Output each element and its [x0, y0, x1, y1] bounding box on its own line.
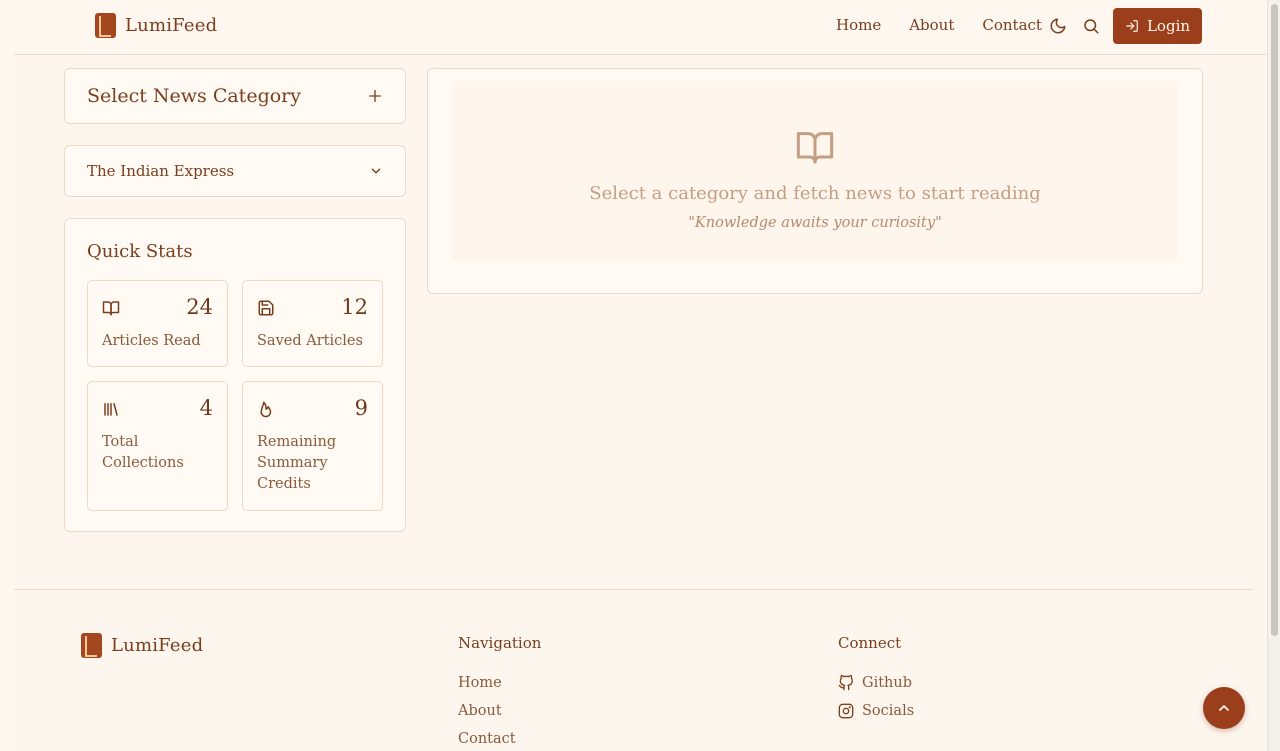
login-icon: [1126, 20, 1138, 32]
library-icon: [104, 403, 118, 416]
theme-toggle-button[interactable]: [1048, 16, 1068, 36]
footer-github-link[interactable]: Github: [838, 669, 914, 697]
page: LumiFeed Home About Contact Login Select…: [14, 0, 1267, 751]
save-icon: [258, 300, 274, 316]
select-category-title: Select News Category: [87, 85, 301, 107]
book-open-icon: [796, 132, 834, 164]
login-button[interactable]: Login: [1113, 8, 1202, 44]
top-navbar: LumiFeed Home About Contact Login: [14, 0, 1267, 55]
empty-state-background: [452, 81, 1178, 261]
github-label: Github: [862, 675, 913, 691]
brand-name: LumiFeed: [125, 15, 218, 36]
footer-home-link[interactable]: Home: [458, 669, 541, 697]
footer-nav-heading: Navigation: [458, 634, 542, 652]
socials-label: Socials: [862, 703, 915, 719]
nav-contact-link[interactable]: Contact: [982, 16, 1042, 34]
flame-icon: [260, 401, 272, 418]
brand[interactable]: LumiFeed: [95, 13, 217, 38]
chevron-down-icon: [371, 168, 381, 174]
footer-brand[interactable]: LumiFeed: [81, 633, 203, 658]
footer-about-link[interactable]: About: [458, 697, 541, 725]
news-feed-panel: Select a category and fetch news to star…: [427, 68, 1203, 294]
quick-stats-title: Quick Stats: [87, 241, 193, 262]
nav-about-link[interactable]: About: [909, 16, 954, 34]
page-scrollbar[interactable]: [1267, 0, 1280, 751]
stat-label: Remaining Summary Credits: [257, 434, 337, 492]
search-icon: [1084, 19, 1099, 34]
footer-navigation: Navigation Home About Contact: [458, 634, 541, 751]
footer-socials-link[interactable]: Socials: [838, 697, 914, 725]
scrollbar-thumb[interactable]: [1271, 4, 1278, 636]
scroll-to-top-button[interactable]: [1203, 687, 1245, 729]
stat-value: 12: [341, 295, 368, 319]
empty-state-title: Select a category and fetch news to star…: [589, 183, 1041, 204]
stat-saved-articles: 12 Saved Articles: [242, 280, 383, 367]
plus-icon: [369, 90, 381, 102]
stat-total-collections: 4 Total Collections: [87, 381, 228, 511]
empty-state-quote: "Knowledge awaits your curiosity": [688, 215, 942, 231]
quick-stats-panel: Quick Stats 24 Articles Read 12 Saved Ar…: [64, 218, 406, 532]
stat-articles-read: 24 Articles Read: [87, 280, 228, 367]
login-label: Login: [1146, 17, 1191, 35]
news-source-select[interactable]: The Indian Express: [64, 145, 406, 197]
logo-icon: [95, 13, 116, 38]
search-button[interactable]: [1081, 16, 1101, 36]
stat-label: Total Collections: [102, 434, 184, 471]
book-open-icon: [102, 301, 120, 316]
select-category-toggle[interactable]: Select News Category: [64, 68, 406, 124]
stat-value: 24: [186, 295, 213, 319]
footer-connect: Connect Github Socials: [838, 634, 914, 725]
moon-icon: [1050, 18, 1066, 34]
footer-contact-link[interactable]: Contact: [458, 725, 541, 751]
logo-icon: [81, 633, 102, 658]
footer-brand-name: LumiFeed: [111, 635, 204, 656]
stat-remaining-credits: 9 Remaining Summary Credits: [242, 381, 383, 511]
nav-home-link[interactable]: Home: [836, 16, 881, 34]
stat-value: 9: [354, 396, 368, 420]
footer-connect-heading: Connect: [838, 634, 902, 652]
main-nav: Home About Contact: [836, 16, 1042, 34]
stat-label: Saved Articles: [257, 333, 363, 349]
stat-label: Articles Read: [102, 333, 201, 349]
github-icon: [838, 675, 853, 691]
news-source-value: The Indian Express: [87, 162, 235, 180]
stat-value: 4: [199, 396, 213, 420]
instagram-icon: [838, 703, 854, 719]
footer: LumiFeed Navigation Home About Contact C…: [14, 589, 1253, 751]
chevron-up-icon: [1219, 705, 1229, 711]
